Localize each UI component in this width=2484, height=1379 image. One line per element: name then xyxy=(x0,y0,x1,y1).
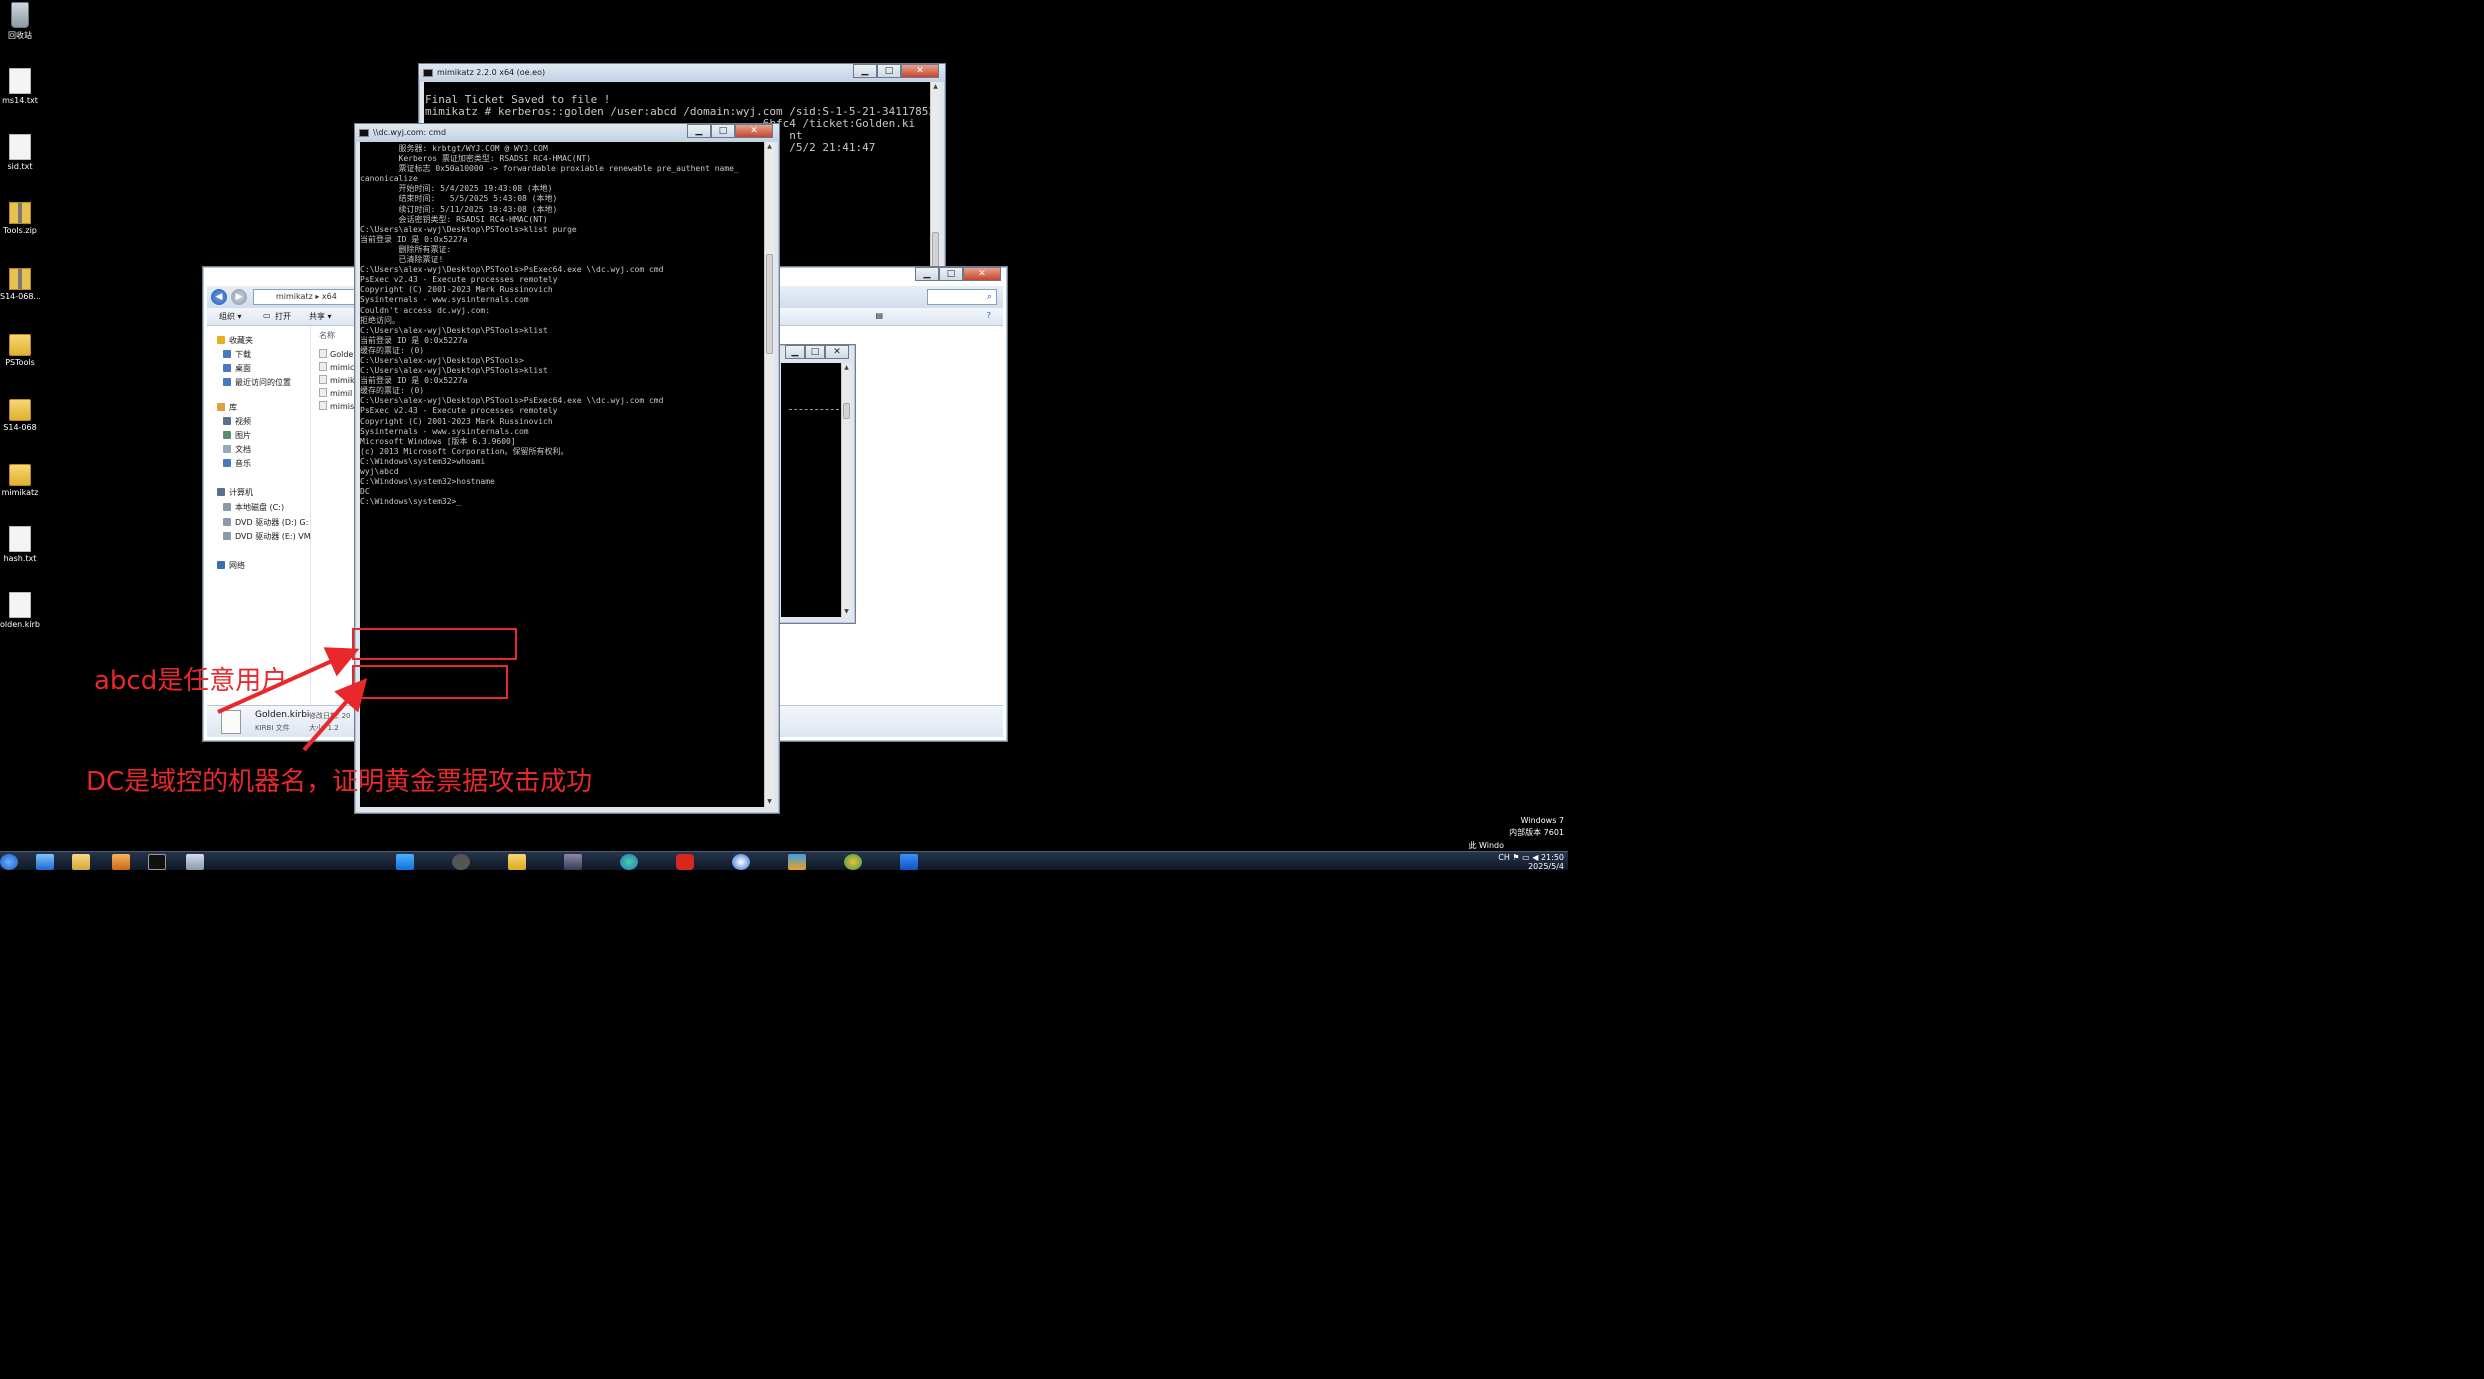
close-button[interactable]: ✕ xyxy=(963,267,1001,281)
minimize-button[interactable]: ▁ xyxy=(915,267,939,281)
explorer-taskbar-icon[interactable] xyxy=(72,854,90,870)
dev-app-icon[interactable] xyxy=(564,854,582,870)
ime-indicator[interactable]: CH xyxy=(1498,853,1510,862)
ie-icon[interactable] xyxy=(36,854,54,870)
annotation-abcd: abcd是任意用户 xyxy=(94,666,288,696)
arrow-to-hostname xyxy=(302,677,368,752)
app-icon[interactable] xyxy=(900,854,918,870)
system-tray: CH ⚑ ▭ ◀ 21:50 2025/5/4 xyxy=(1498,853,1564,871)
netease-music-icon[interactable] xyxy=(676,854,694,870)
windows-activation-watermark: 此 Windo xyxy=(1468,841,1504,850)
windows-start-icon[interactable] xyxy=(396,854,414,870)
media-player-icon[interactable] xyxy=(112,854,130,870)
windows-watermark: Windows 7 xyxy=(1520,816,1564,825)
chrome-like-icon[interactable] xyxy=(732,854,750,870)
browser-icon[interactable] xyxy=(844,854,862,870)
app-icon[interactable] xyxy=(788,854,806,870)
annotation-dc: DC是域控的机器名，证明黄金票据攻击成功 xyxy=(86,767,593,797)
folder-taskbar-icon[interactable] xyxy=(508,854,526,870)
clock-time[interactable]: 21:50 xyxy=(1541,853,1564,862)
flag-icon[interactable]: ⚑ ▭ ◀ xyxy=(1512,853,1538,862)
windows-build-watermark: 内部版本 7601 xyxy=(1509,828,1564,837)
app-taskbar-icon[interactable] xyxy=(186,854,204,870)
edge-icon[interactable] xyxy=(620,854,638,870)
taskbar: CH ⚑ ▭ ◀ 21:50 2025/5/4 xyxy=(0,851,1568,871)
search-taskbar-icon[interactable] xyxy=(452,854,470,870)
window-controls: ▁ □ ✕ xyxy=(915,267,1001,281)
start-button[interactable] xyxy=(0,854,18,870)
annotation-arrows xyxy=(217,647,368,752)
clock-date[interactable]: 2025/5/4 xyxy=(1528,862,1564,871)
cmd-taskbar-icon[interactable] xyxy=(148,854,166,870)
maximize-button[interactable]: □ xyxy=(939,267,963,281)
